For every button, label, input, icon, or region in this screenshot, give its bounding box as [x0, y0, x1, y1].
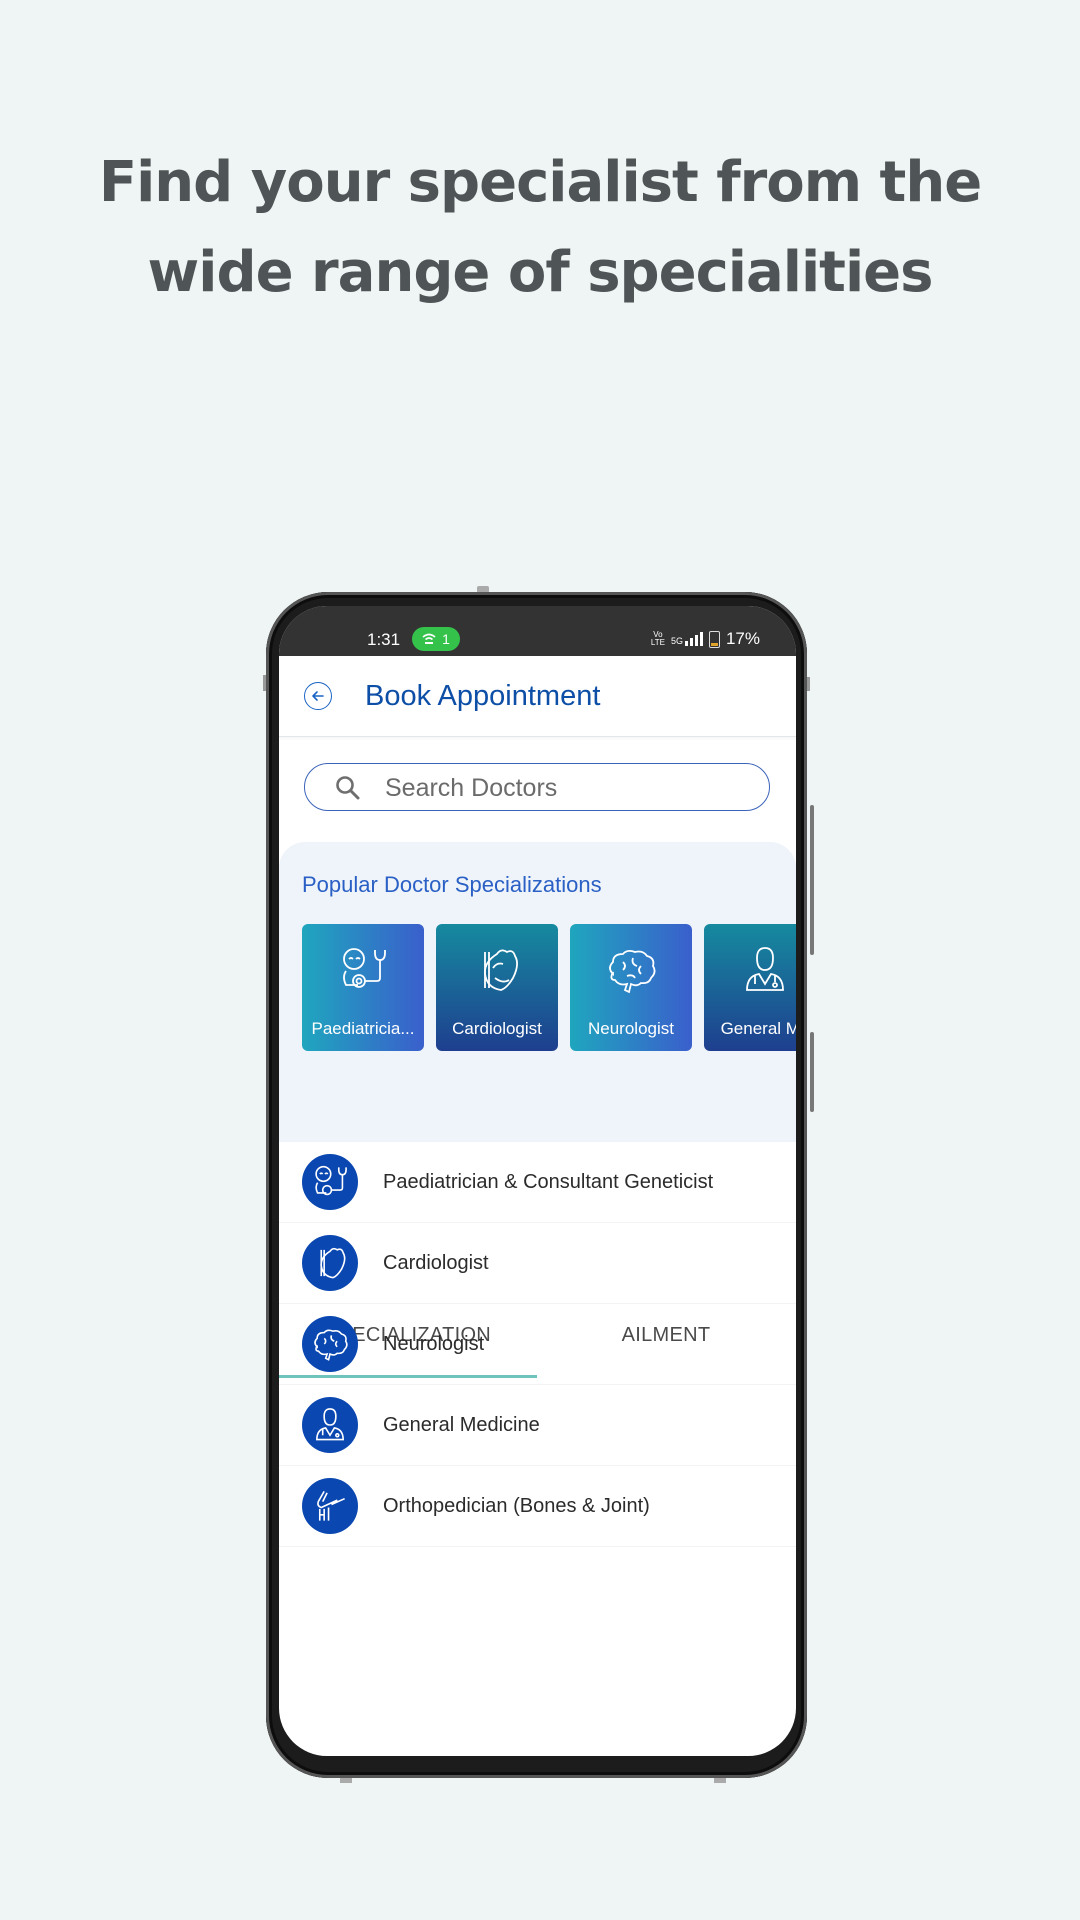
- specialization-name: Cardiologist: [383, 1251, 489, 1274]
- status-bar: 1:31 1 Vo LTE 5G 17%: [279, 606, 796, 656]
- section-title: Popular Doctor Specializations: [302, 872, 602, 897]
- specialization-avatar: [302, 1235, 358, 1291]
- baby-stethoscope-icon: [315, 1165, 347, 1196]
- knee-joint-icon: [317, 1490, 345, 1521]
- card-label: Neurologist: [588, 1019, 674, 1038]
- doctor-icon: [316, 1408, 344, 1441]
- network-label: 5G: [670, 636, 683, 646]
- phone-volume-button: [810, 805, 814, 955]
- list-item[interactable]: Neurologist: [279, 1304, 796, 1385]
- phone-power-button: [810, 1032, 814, 1112]
- card-label: Paediatricia...: [311, 1019, 415, 1038]
- card-neurologist[interactable]: Neurologist: [570, 924, 692, 1051]
- search-icon: [336, 776, 360, 800]
- hotspot-badge: 1: [412, 627, 460, 651]
- list-item[interactable]: Cardiologist: [279, 1223, 796, 1304]
- battery-percent: 17%: [725, 629, 760, 648]
- baby-stethoscope-icon: [343, 948, 386, 988]
- specialization-name: General Medicine: [383, 1413, 540, 1436]
- list-item[interactable]: General Medicine: [279, 1385, 796, 1466]
- specialization-name: Orthopedician (Bones & Joint): [383, 1494, 650, 1517]
- search-input[interactable]: [383, 764, 757, 812]
- specialization-name: Neurologist: [383, 1332, 485, 1355]
- brain-icon: [314, 1329, 348, 1361]
- page-title: Book Appointment: [365, 680, 601, 712]
- app-bar: Book Appointment: [279, 656, 796, 737]
- search-bar[interactable]: [304, 763, 770, 812]
- list-item[interactable]: Orthopedician (Bones & Joint): [279, 1466, 796, 1547]
- card-label: General Me: [720, 1019, 796, 1038]
- specialization-avatar: [302, 1316, 358, 1372]
- promo-headline: Find your specialist from the wide range…: [0, 138, 1080, 318]
- brain-icon: [609, 949, 656, 994]
- phone-screen: 1:31 1 Vo LTE 5G 17% Book Appointment Se…: [279, 606, 796, 1756]
- specialization-avatar: [302, 1154, 358, 1210]
- volte-icon: Vo LTE: [650, 630, 665, 647]
- specialization-list: Paediatrician & Consultant Geneticist Ca…: [279, 1142, 796, 1547]
- heart-icon: [320, 1247, 346, 1279]
- hotspot-icon: [422, 633, 436, 644]
- battery-icon: [708, 630, 720, 648]
- specialization-carousel[interactable]: Paediatricia... Cardiologist Neurologist: [302, 924, 796, 1051]
- arrow-left-icon: [312, 691, 324, 701]
- status-time: 1:31: [367, 630, 401, 649]
- network-5g-icon: 5G: [671, 632, 703, 646]
- specialization-avatar: [302, 1478, 358, 1534]
- popular-specializations-section: Popular Doctor Specializations Paediatri…: [279, 842, 796, 1378]
- card-paediatrician[interactable]: Paediatricia...: [302, 924, 424, 1051]
- doctor-icon: [746, 947, 784, 991]
- hotspot-count: 1: [442, 631, 450, 647]
- back-button[interactable]: [304, 682, 332, 710]
- card-general-medicine[interactable]: General Me: [704, 924, 796, 1051]
- signal-bars-icon: [684, 632, 703, 646]
- specialization-avatar: [302, 1397, 358, 1453]
- list-item[interactable]: Paediatrician & Consultant Geneticist: [279, 1142, 796, 1223]
- heart-icon: [484, 949, 518, 991]
- card-label: Cardiologist: [452, 1019, 542, 1038]
- card-cardiologist[interactable]: Cardiologist: [436, 924, 558, 1051]
- status-icons: Vo LTE 5G 17%: [651, 629, 760, 649]
- headline-line-2: wide range of specialities: [147, 240, 934, 305]
- headline-line-1: Find your specialist from the: [98, 150, 982, 215]
- specialization-name: Paediatrician & Consultant Geneticist: [383, 1170, 714, 1193]
